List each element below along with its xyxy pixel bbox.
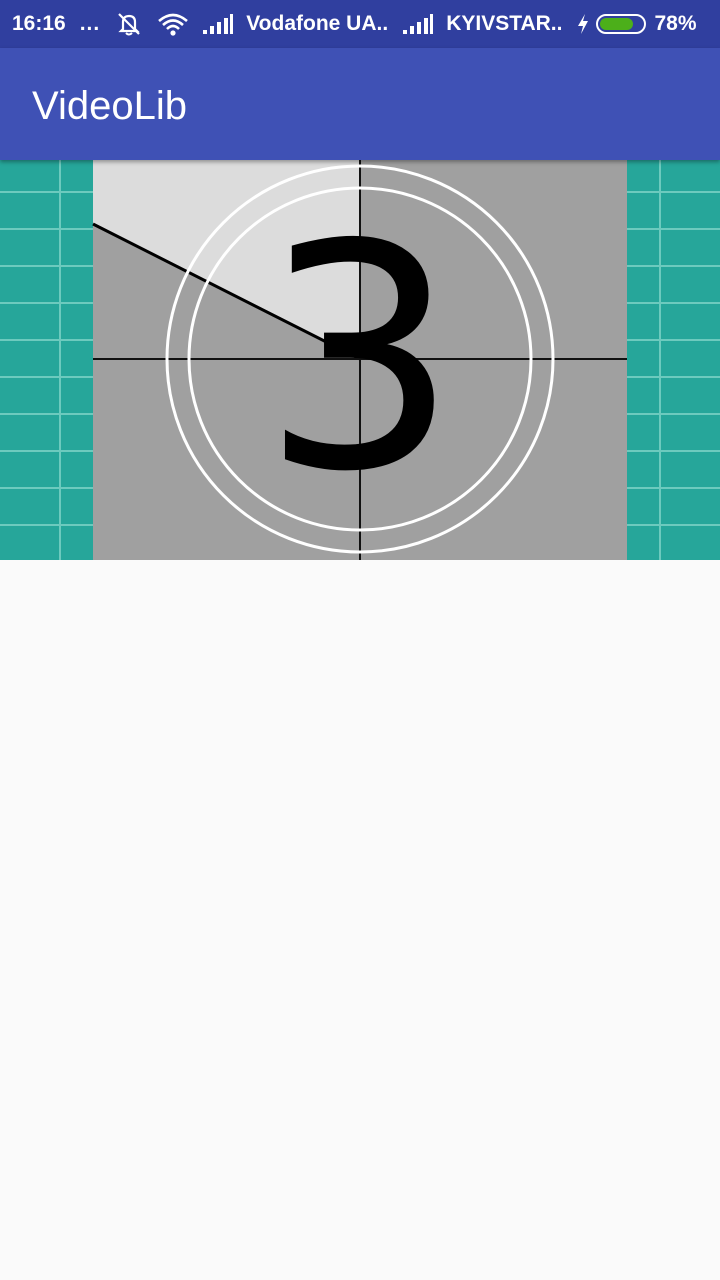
carrier-name-sim2: KYIVSTAR.. <box>446 12 563 35</box>
countdown-number: 3 <box>261 179 458 540</box>
app-title: VideoLib <box>32 84 187 128</box>
wifi-icon <box>156 11 190 37</box>
status-time: 16:16 <box>12 12 66 35</box>
video-frame: 3 <box>0 160 720 560</box>
countdown-frame: 3 <box>92 160 627 560</box>
video-player[interactable]: 3 <box>0 160 720 560</box>
battery-icon <box>596 14 647 34</box>
battery-percentage: 78% <box>654 12 697 35</box>
battery-level-fill <box>600 18 634 30</box>
charging-icon <box>576 13 590 35</box>
carrier-name-sim1: Vodafone UA.. <box>246 12 389 35</box>
more-notifications-indicator: ... <box>79 12 101 35</box>
signal-icon <box>402 13 434 35</box>
notifications-muted-icon <box>114 11 144 37</box>
battery-outline <box>596 14 647 34</box>
app-bar: VideoLib <box>0 48 720 160</box>
signal-icon <box>202 13 234 35</box>
status-bar: 16:16 ... Vodafone UA.. KYIVSTAR.. 78% <box>0 0 720 48</box>
